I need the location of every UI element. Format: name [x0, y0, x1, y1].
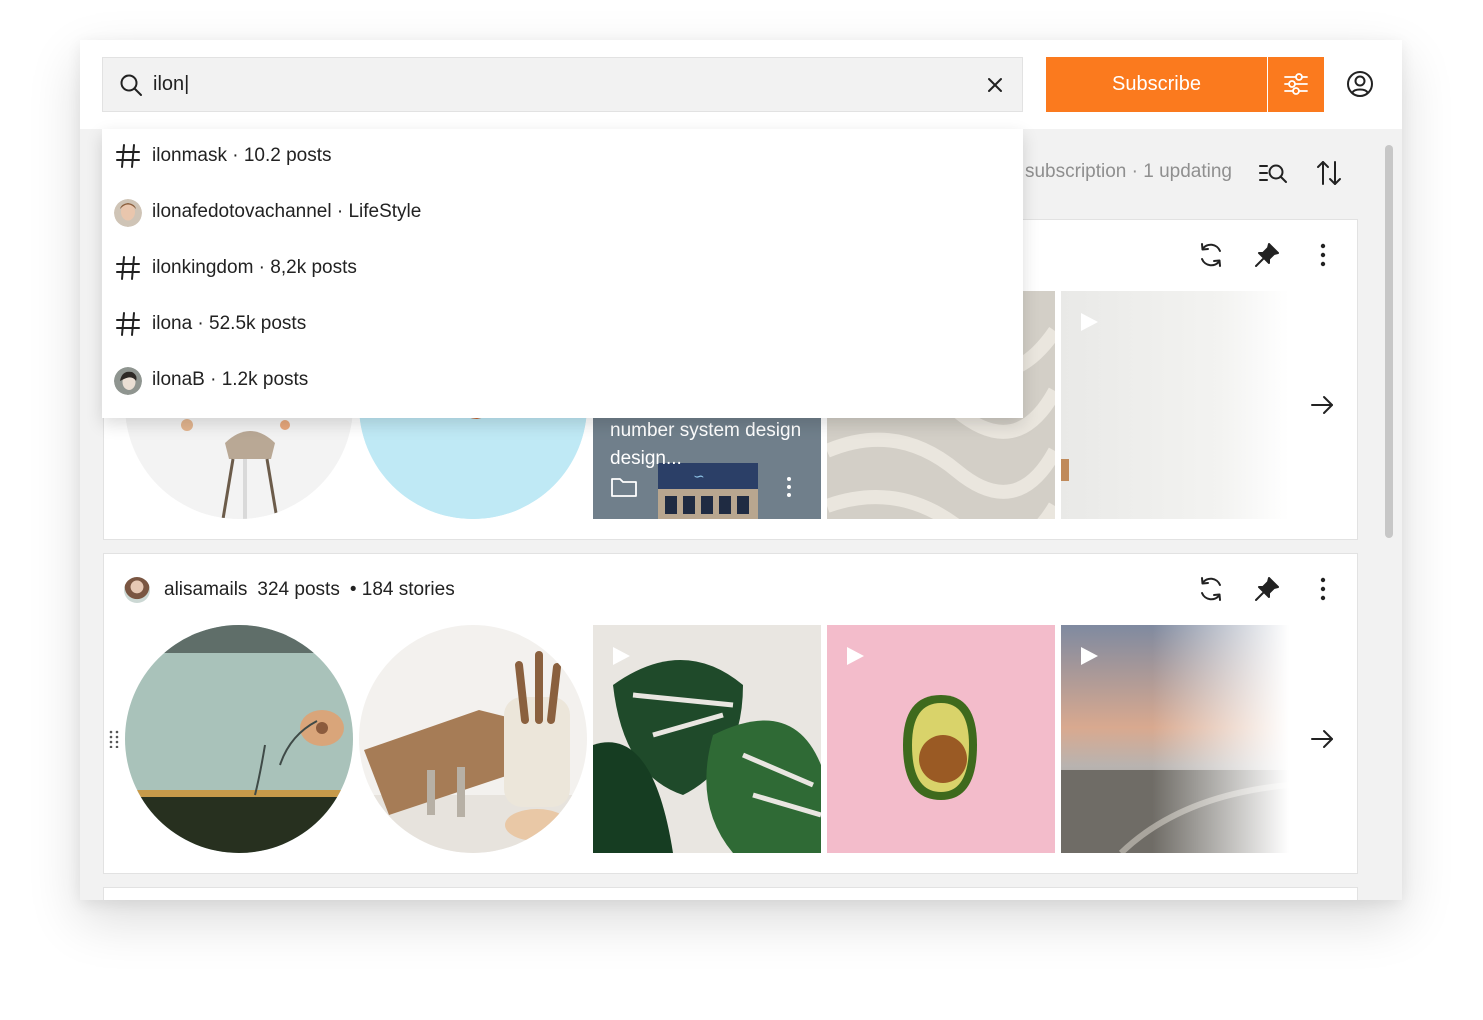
avatar[interactable]	[124, 577, 150, 603]
play-icon	[1081, 647, 1098, 665]
play-icon	[1081, 313, 1098, 331]
video-tile[interactable]	[827, 625, 1055, 853]
story-count: • 184 stories	[349, 579, 455, 600]
suggestion-label: ilonaB · 1.2k posts	[152, 369, 309, 390]
search-input[interactable]	[153, 58, 953, 111]
post-count: 324 posts	[257, 579, 340, 600]
more-vertical-icon[interactable]	[1308, 240, 1338, 270]
sort-icon[interactable]	[1313, 157, 1345, 189]
pin-icon[interactable]	[1252, 574, 1282, 604]
subscribe-button[interactable]: Subscribe	[1046, 57, 1267, 112]
suggestion-item[interactable]: ilonaB · 1.2k posts	[102, 353, 1023, 409]
close-icon[interactable]	[984, 74, 1006, 96]
suggestion-item[interactable]: ilonafedotovachannel · LifeStyle	[102, 185, 1023, 241]
video-tile[interactable]	[1061, 625, 1289, 853]
pin-icon[interactable]	[1252, 240, 1282, 270]
hash-icon	[116, 256, 140, 280]
folder-icon	[611, 478, 637, 497]
arrow-right-icon[interactable]	[1307, 724, 1337, 754]
refresh-icon[interactable]	[1196, 574, 1226, 604]
avatar	[114, 367, 142, 395]
suggestion-label: ilona · 52.5k posts	[152, 313, 307, 334]
list-search-icon[interactable]	[1257, 157, 1289, 189]
play-icon	[847, 647, 864, 665]
card-header: alisamails 324 posts • 184 stories	[124, 576, 455, 604]
arrow-right-icon[interactable]	[1307, 390, 1337, 420]
more-vertical-icon[interactable]	[777, 475, 801, 499]
video-tile[interactable]	[1061, 291, 1289, 519]
post-caption: number system design design...	[610, 420, 802, 469]
drag-handle-icon[interactable]	[109, 730, 119, 748]
app-window: Subscribe subscription · 1 updating	[80, 40, 1402, 900]
search-suggestions: ilonmask · 10.2 posts ilonafedotovachann…	[102, 129, 1023, 418]
search-box[interactable]	[102, 57, 1023, 112]
suggestion-label: ilonafedotovachannel · LifeStyle	[152, 201, 422, 222]
sliders-icon	[1284, 73, 1308, 95]
play-icon	[613, 647, 630, 665]
scrollbar-thumb[interactable]	[1385, 145, 1393, 538]
more-vertical-icon[interactable]	[1308, 574, 1338, 604]
suggestion-item[interactable]: ilonmask · 10.2 posts	[102, 129, 1023, 185]
top-bar: Subscribe	[80, 40, 1402, 129]
suggestion-label: ilonmask · 10.2 posts	[152, 145, 332, 166]
hash-icon	[116, 144, 140, 168]
avatar	[114, 199, 142, 227]
story-thumbnail[interactable]	[359, 625, 587, 853]
refresh-icon[interactable]	[1196, 240, 1226, 270]
subscription-card: alisamails 324 posts • 184 stories	[103, 553, 1358, 874]
suggestion-item[interactable]: ilona · 52.5k posts	[102, 297, 1023, 353]
story-thumbnail[interactable]	[125, 625, 353, 853]
subscription-card	[103, 887, 1358, 900]
search-icon	[120, 74, 142, 96]
filter-button[interactable]	[1268, 57, 1324, 112]
username[interactable]: alisamails	[164, 579, 247, 601]
video-tile[interactable]	[593, 625, 821, 853]
user-circle-icon[interactable]	[1346, 70, 1374, 98]
hash-icon	[116, 312, 140, 336]
suggestion-item[interactable]: ilonkingdom · 8,2k posts	[102, 241, 1023, 297]
suggestion-label: ilonkingdom · 8,2k posts	[152, 257, 357, 278]
